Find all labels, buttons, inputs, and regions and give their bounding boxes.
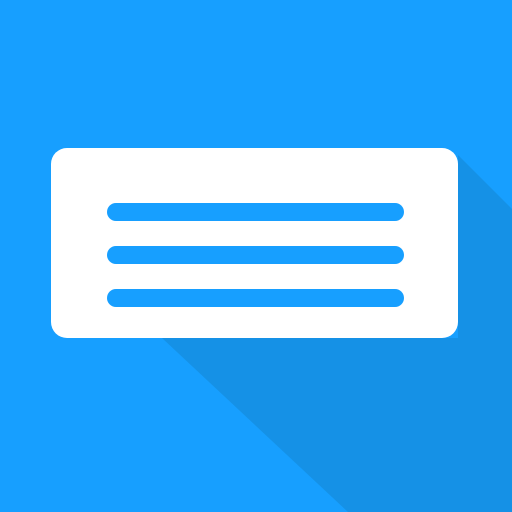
note-card	[51, 148, 458, 338]
app-icon-artwork	[0, 0, 512, 512]
app-icon	[0, 0, 512, 512]
